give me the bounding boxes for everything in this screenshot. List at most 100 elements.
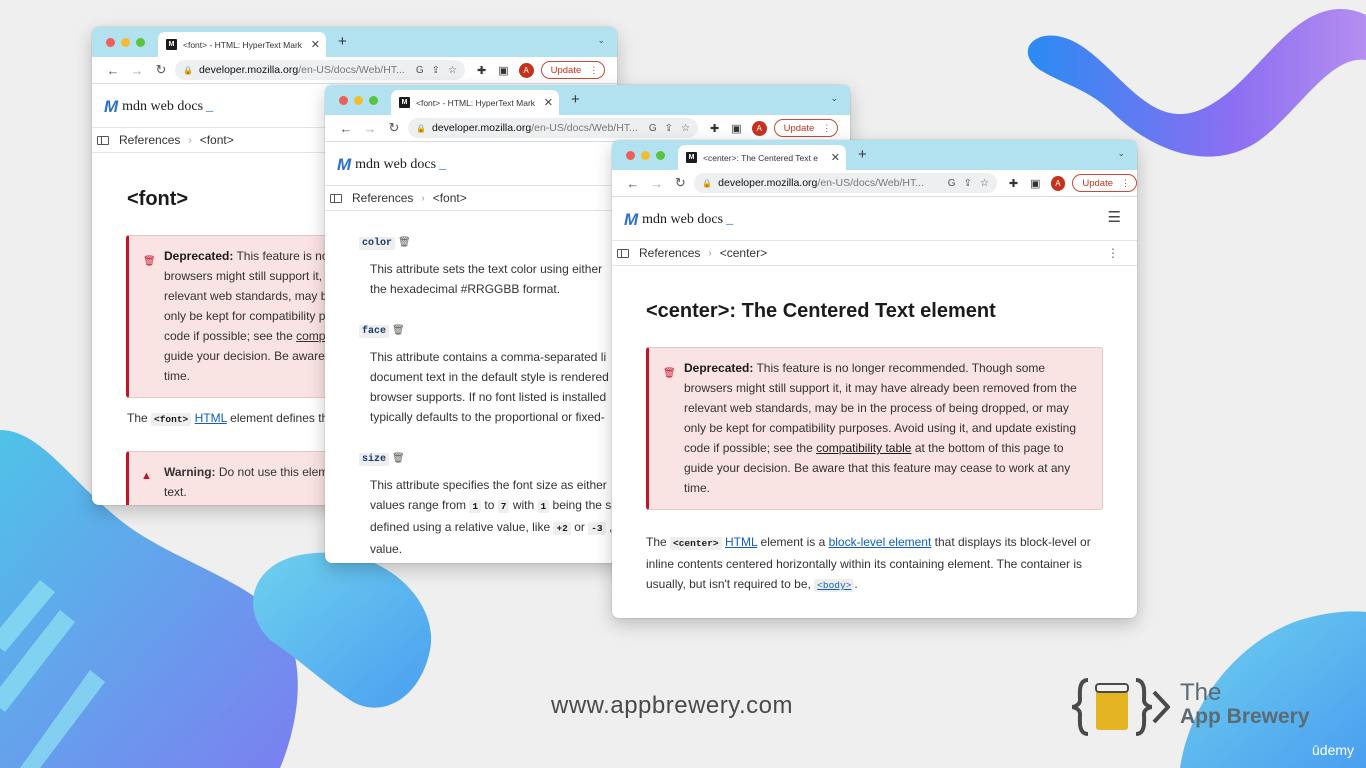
profile-avatar[interactable]: A xyxy=(751,120,767,136)
html-link[interactable]: HTML xyxy=(195,411,227,425)
compatibility-table-link[interactable]: compatibility table xyxy=(816,441,911,455)
share-icon[interactable]: ⇪ xyxy=(432,65,440,76)
breadcrumb-references[interactable]: References xyxy=(119,133,180,147)
forward-icon[interactable]: → xyxy=(125,63,149,78)
trash-icon: 🗑 xyxy=(143,256,156,267)
deprecated-line: code if possible; see the xyxy=(164,329,297,343)
sidebar-toggle-icon[interactable] xyxy=(617,248,629,258)
sidebar-toggle-icon[interactable] xyxy=(330,193,342,203)
update-button[interactable]: Update ⋮ xyxy=(540,61,606,79)
tab-center[interactable]: M <center>: The Centered Text e ✕ xyxy=(678,145,846,170)
extensions-puzzle-icon[interactable]: ✚ xyxy=(710,122,719,135)
url-path: /en-US/docs/Web/HT... xyxy=(298,64,405,76)
breadcrumb-current[interactable]: <font> xyxy=(433,191,467,205)
maximize-window-button[interactable] xyxy=(369,96,378,105)
mdn-logo[interactable]: Mmdn web docs _ xyxy=(624,210,733,230)
forward-icon[interactable]: → xyxy=(645,176,669,191)
compat-link[interactable]: comp xyxy=(296,329,325,343)
forward-icon[interactable]: → xyxy=(358,121,382,136)
deprecated-notecard: 🗑 Deprecated: This feature is no longer … xyxy=(646,347,1103,510)
reload-icon[interactable]: ↻ xyxy=(149,62,173,78)
tab-strip: M <font> - HTML: HyperText Mark ✕ + ⌄ xyxy=(92,27,617,57)
close-tab-icon[interactable]: ✕ xyxy=(311,38,320,51)
back-icon[interactable]: ← xyxy=(334,121,358,136)
sidepanel-icon[interactable]: ▣ xyxy=(498,64,508,77)
window-controls xyxy=(106,38,145,47)
html-link[interactable]: HTML xyxy=(725,535,757,549)
profile-avatar[interactable]: A xyxy=(1050,175,1066,191)
tab-search-chevron-icon[interactable]: ⌄ xyxy=(830,93,838,104)
update-button[interactable]: Update ⋮ xyxy=(1072,174,1137,192)
profile-avatar[interactable]: A xyxy=(518,62,534,78)
breadcrumb-references[interactable]: References xyxy=(352,191,413,205)
address-bar[interactable]: 🔒 developer.mozilla.org/en-US/docs/Web/H… xyxy=(694,173,997,193)
maximize-window-button[interactable] xyxy=(136,38,145,47)
breadcrumb-separator-icon: › xyxy=(421,192,425,204)
back-icon[interactable]: ← xyxy=(621,176,645,191)
address-bar[interactable]: 🔒 developer.mozilla.org/en-US/docs/Web/H… xyxy=(408,118,698,138)
extensions-puzzle-icon[interactable]: ✚ xyxy=(1009,177,1018,190)
minimize-window-button[interactable] xyxy=(121,38,130,47)
block-level-element-link[interactable]: block-level element xyxy=(829,535,932,549)
reload-icon[interactable]: ↻ xyxy=(382,120,406,136)
warning-text: text. xyxy=(164,485,187,499)
tab-font[interactable]: M <font> - HTML: HyperText Mark ✕ xyxy=(391,90,559,115)
maximize-window-button[interactable] xyxy=(656,151,665,160)
attr-color[interactable]: color xyxy=(359,237,396,250)
tab-search-chevron-icon[interactable]: ⌄ xyxy=(1117,148,1125,159)
bookmark-star-icon[interactable]: ☆ xyxy=(681,123,690,134)
new-tab-button[interactable]: + xyxy=(338,33,347,50)
body-element-link[interactable]: <body> xyxy=(814,577,855,592)
tab-font[interactable]: M <font> - HTML: HyperText Mark ✕ xyxy=(158,32,326,57)
sidebar-toggle-icon[interactable] xyxy=(97,135,109,145)
google-icon[interactable]: G xyxy=(649,123,657,134)
deprecated-line: This feature is no xyxy=(233,249,329,263)
mdn-m-icon: M xyxy=(337,155,351,174)
brand-the: The xyxy=(1180,679,1222,706)
breadcrumb-current[interactable]: <center> xyxy=(720,246,767,260)
deprecated-line: at the bottom of this page to xyxy=(911,441,1064,455)
close-window-button[interactable] xyxy=(106,38,115,47)
close-tab-icon[interactable]: ✕ xyxy=(544,96,553,109)
bookmark-star-icon[interactable]: ☆ xyxy=(980,178,989,189)
address-bar[interactable]: 🔒 developer.mozilla.org/en-US/docs/Web/H… xyxy=(175,60,465,80)
tab-title: <center>: The Centered Text e xyxy=(703,152,818,163)
para-text: The xyxy=(127,411,152,425)
breadcrumb-current[interactable]: <font> xyxy=(200,133,234,147)
new-tab-button[interactable]: + xyxy=(858,146,867,163)
reload-icon[interactable]: ↻ xyxy=(668,175,692,191)
breadcrumb-separator-icon: › xyxy=(708,247,712,259)
minimize-window-button[interactable] xyxy=(641,151,650,160)
mdn-logo[interactable]: Mmdn web docs _ xyxy=(104,97,213,117)
extensions-puzzle-icon[interactable]: ✚ xyxy=(477,64,486,77)
minimize-window-button[interactable] xyxy=(354,96,363,105)
mdn-m-icon: M xyxy=(104,97,118,116)
update-label: Update xyxy=(783,122,815,134)
update-button[interactable]: Update ⋮ xyxy=(773,119,839,137)
new-tab-button[interactable]: + xyxy=(571,91,580,108)
close-window-button[interactable] xyxy=(339,96,348,105)
share-icon[interactable]: ⇪ xyxy=(964,178,972,189)
menu-hamburger-icon[interactable]: ☰ xyxy=(1108,208,1121,226)
para-text: element is a xyxy=(757,535,829,549)
mdn-logo[interactable]: Mmdn web docs _ xyxy=(337,155,446,175)
google-icon[interactable]: G xyxy=(948,178,956,189)
tab-search-chevron-icon[interactable]: ⌄ xyxy=(597,35,605,46)
logo-text: mdn web docs xyxy=(355,157,437,172)
share-icon[interactable]: ⇪ xyxy=(665,123,673,134)
page-actions-kebab-icon[interactable]: ⋮ xyxy=(1107,246,1119,260)
google-icon[interactable]: G xyxy=(416,65,424,76)
sidepanel-icon[interactable]: ▣ xyxy=(1030,177,1040,190)
attr-size[interactable]: size xyxy=(359,453,390,466)
mdn-favicon-icon: M xyxy=(686,152,697,163)
back-icon[interactable]: ← xyxy=(101,63,125,78)
sidepanel-icon[interactable]: ▣ xyxy=(731,122,741,135)
update-label: Update xyxy=(550,64,582,76)
close-window-button[interactable] xyxy=(626,151,635,160)
attr-face[interactable]: face xyxy=(359,325,390,338)
bookmark-star-icon[interactable]: ☆ xyxy=(448,65,457,76)
close-tab-icon[interactable]: ✕ xyxy=(831,151,840,164)
deprecated-line: guide your decision. Be aware xyxy=(164,349,325,363)
breadcrumb-references[interactable]: References xyxy=(639,246,700,260)
window-controls xyxy=(339,96,378,105)
